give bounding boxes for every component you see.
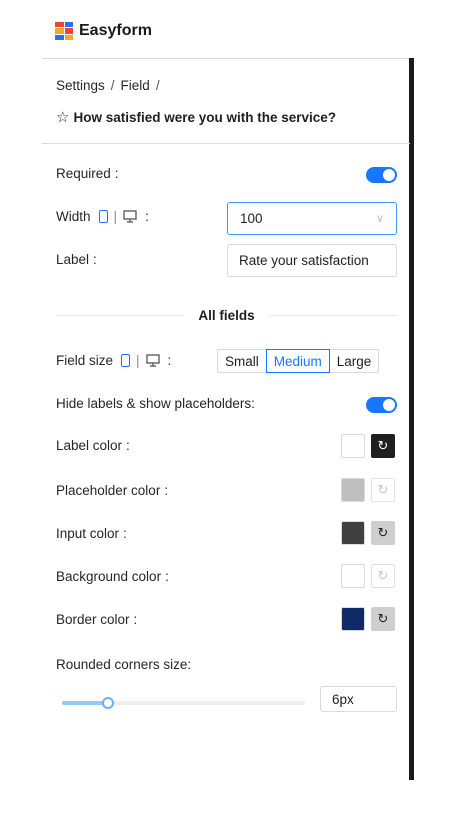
reset-icon[interactable]: ↻ [371,478,395,502]
border-color-swatch[interactable] [341,607,365,631]
section-line [268,314,398,316]
border-color-text: Border color [56,612,130,627]
device-separator: | [136,353,140,368]
breadcrumb-settings[interactable]: Settings [56,78,105,93]
required-label: Required: [56,166,119,181]
label-color-text: Label color [56,438,123,453]
background-color-label: Background color: [56,569,169,584]
input-color-label: Input color: [56,526,127,541]
question-title-text: How satisfied were you with the service? [73,109,337,125]
reset-icon[interactable]: ↻ [371,521,395,545]
input-color-swatch[interactable] [341,521,365,545]
field-size-small[interactable]: Small [217,349,267,373]
width-select-value: 100 [240,211,263,226]
mobile-icon[interactable] [98,210,108,223]
colon: : [133,612,138,627]
field-size-medium[interactable]: Medium [265,349,330,373]
logo-icon [55,22,73,40]
chevron-down-icon: ∨ [375,213,384,225]
colon: : [93,252,97,267]
width-label-text: Width [56,209,91,224]
desktop-icon[interactable] [123,210,137,223]
background-color-text: Background color [56,569,162,584]
required-label-text: Required [56,166,111,181]
required-toggle[interactable] [366,167,397,183]
all-fields-section: All fields [56,306,398,324]
mobile-icon[interactable] [121,354,131,367]
breadcrumb-separator: / [155,78,160,93]
colon: : [164,483,169,498]
rounded-value-input[interactable]: 6px [320,686,397,712]
label-label: Label: [56,252,97,267]
field-size-segmented: Small Medium Large [217,349,380,373]
device-separator: | [113,209,118,224]
reset-icon[interactable]: ↻ [371,434,395,458]
section-line [56,314,185,316]
placeholder-color-text: Placeholder color [56,483,161,498]
border-color-label: Border color: [56,612,137,627]
app-header: Easyform [55,18,152,44]
breadcrumb-field[interactable]: Field [121,78,150,93]
label-color-swatch[interactable] [341,434,365,458]
placeholder-color-label: Placeholder color: [56,483,168,498]
app-brand: Easyform [79,22,152,39]
colon: : [123,526,127,541]
colon: : [145,209,149,224]
hide-labels-label: Hide labels & show placeholders: [56,396,255,411]
width-select[interactable]: 100 ∨ [227,202,397,235]
rounded-slider-handle[interactable] [102,697,115,709]
label-label-text: Label [56,252,90,267]
placeholder-color-swatch[interactable] [341,478,365,502]
input-color-text: Input color [56,526,120,541]
width-label: Width | : [56,209,149,224]
reset-icon[interactable]: ↻ [371,564,395,588]
field-size-large[interactable]: Large [328,349,380,373]
question-title: ☆ How satisfied were you with the servic… [56,108,336,126]
breadcrumb-separator: / [110,78,115,93]
colon: : [114,166,119,181]
colon: : [165,569,169,584]
panel-top-border [42,58,410,59]
background-color-swatch[interactable] [341,564,365,588]
label-input[interactable]: Rate your satisfaction [227,244,397,277]
panel-scrollbar[interactable] [409,58,414,780]
label-color-label: Label color: [56,438,130,453]
rounded-corners-label: Rounded corners size: [56,657,192,672]
star-icon: ☆ [56,109,70,126]
field-size-label-text: Field size [56,353,114,368]
breadcrumb: Settings / Field / [56,78,160,93]
hide-labels-toggle[interactable] [366,397,397,413]
divider [42,143,410,144]
colon: : [126,438,130,453]
all-fields-title: All fields [198,307,255,323]
reset-icon[interactable]: ↻ [371,607,395,631]
desktop-icon[interactable] [145,354,160,367]
field-size-label: Field size | : [56,353,171,368]
colon: : [167,353,172,368]
